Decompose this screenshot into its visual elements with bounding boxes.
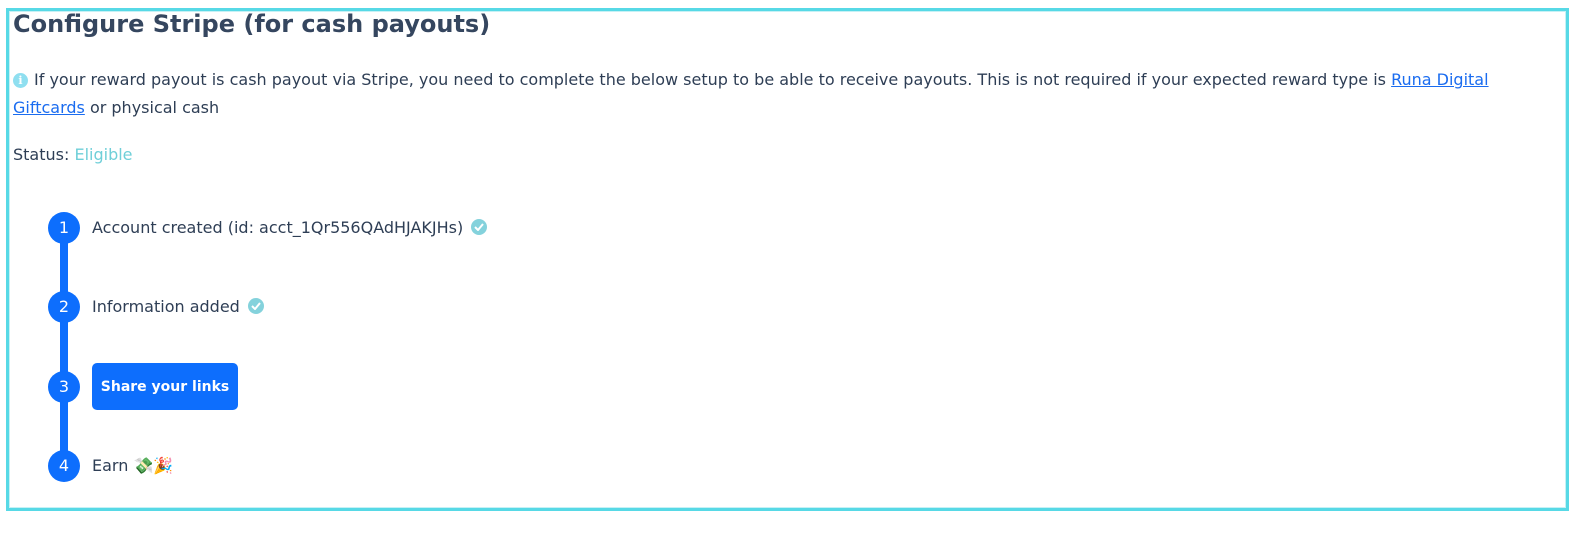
info-icon: i [13,73,28,88]
share-your-links-button[interactable]: Share your links [92,363,238,410]
check-circle-icon [471,219,488,235]
step-2-text: Information added [92,297,240,316]
step-2-number: 2 [48,291,80,323]
step-4-number: 4 [48,450,80,482]
step-1-number: 1 [48,212,80,244]
status-value: Eligible [74,145,133,164]
info-text-after: or physical cash [84,98,220,117]
money-party-emoji: 💸🎉 [133,456,174,475]
step-4: Earn 💸🎉 [92,454,173,478]
status-row: Status: Eligible [13,143,133,167]
section-title: Configure Stripe (for cash payouts) [13,10,491,38]
step-4-text: Earn [92,456,129,475]
step-1-text: Account created (id: acct_1Qr556QAdHJAKJ… [92,218,464,237]
step-3-number: 3 [48,371,80,403]
status-label: Status: [13,145,70,164]
info-paragraph: i If your reward payout is cash payout vi… [13,66,1553,122]
step-2: Information added [92,295,264,319]
check-circle-icon [247,298,264,314]
steps-connector-line [60,228,68,468]
info-text-before: If your reward payout is cash payout via… [34,70,1392,89]
step-1: Account created (id: acct_1Qr556QAdHJAKJ… [92,216,488,240]
